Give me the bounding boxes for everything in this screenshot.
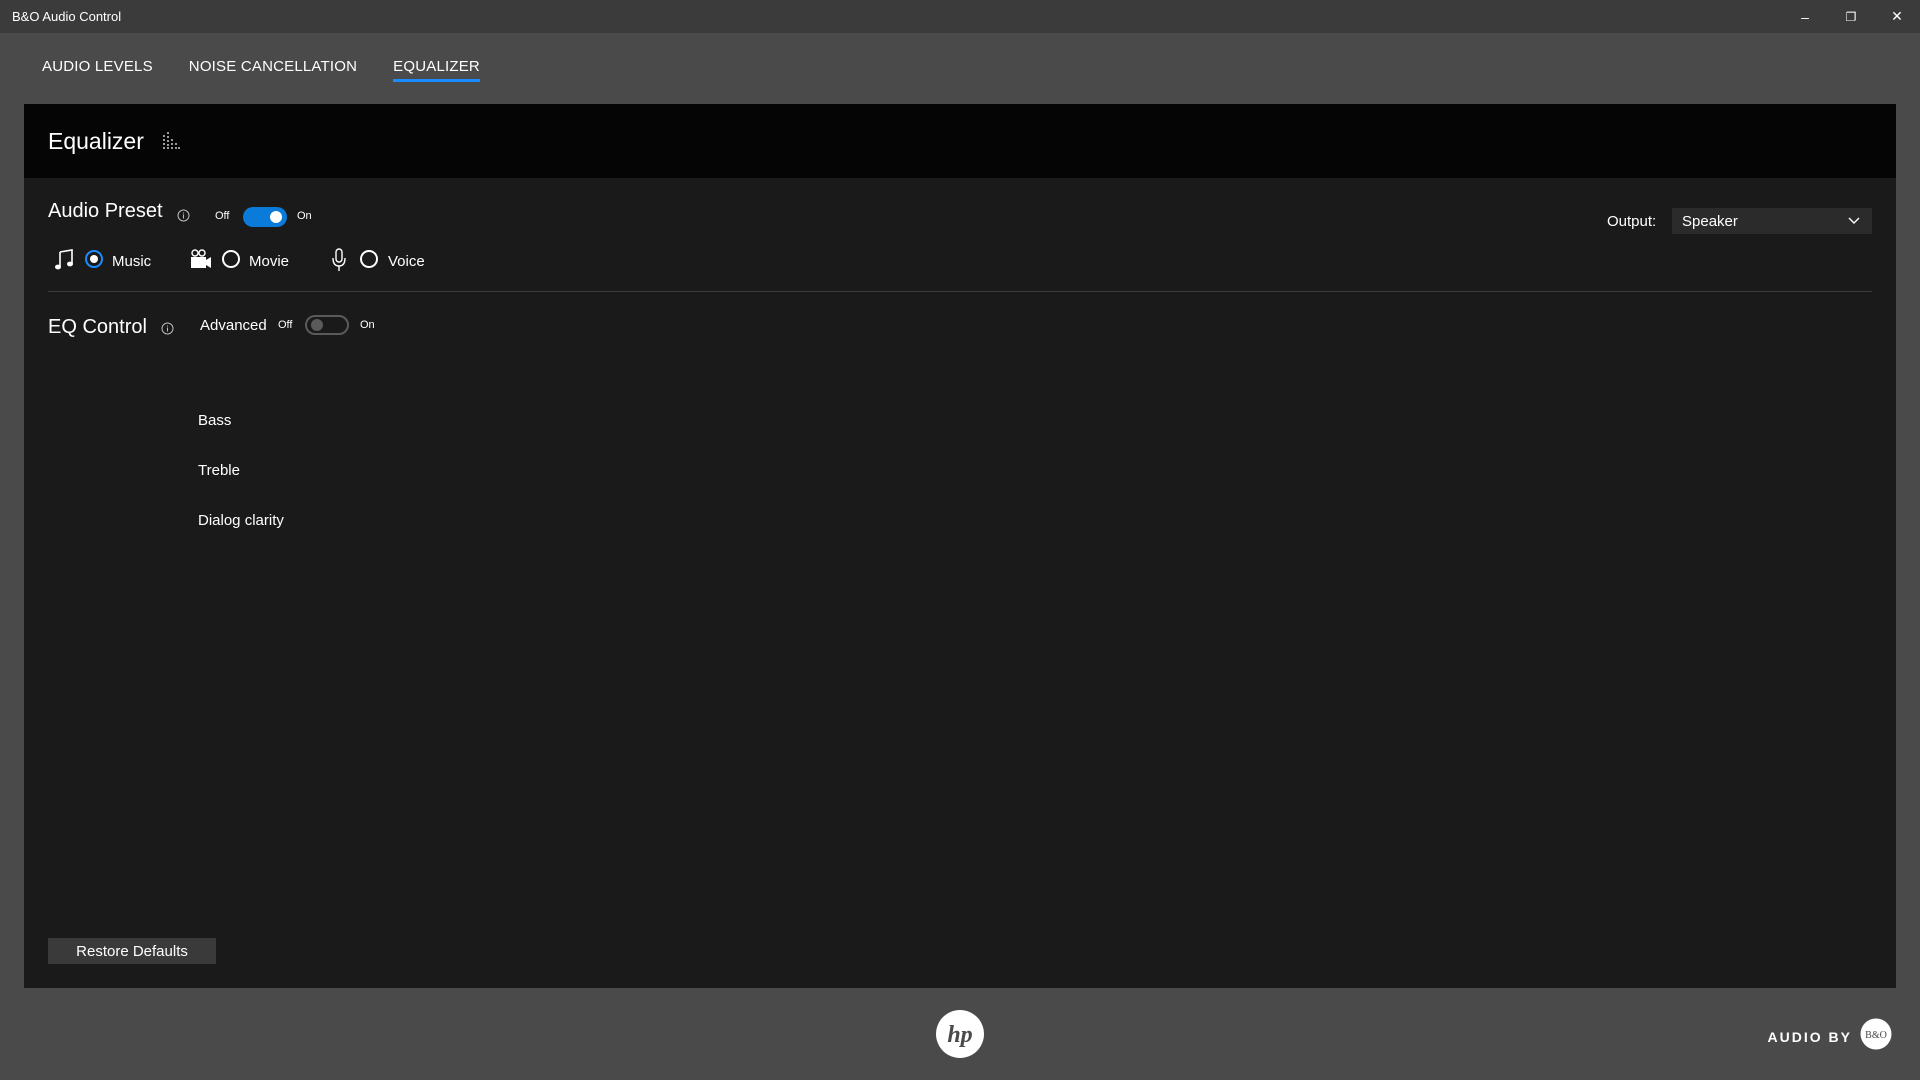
advanced-toggle-on-label: On [360, 319, 375, 331]
music-label: Music [112, 253, 152, 270]
page-title: Equalizer [48, 127, 144, 154]
advanced-label: Advanced [200, 317, 267, 334]
info-icon[interactable] [161, 322, 174, 340]
window-controls: – ❐ ✕ [1782, 0, 1920, 33]
movie-radio[interactable] [222, 250, 240, 268]
hp-logo: hp [935, 1009, 985, 1064]
title-bar: B&O Audio Control – ❐ ✕ [0, 0, 1920, 33]
chevron-down-icon [1848, 212, 1860, 230]
bo-logo-text: B&O [1865, 1030, 1887, 1041]
toggle-knob [311, 319, 323, 331]
equalizer-panel: Equalizer Audio Preset Off On Music Movi… [24, 104, 1896, 988]
restore-icon: ❐ [1845, 9, 1857, 24]
output-label: Output: [1607, 213, 1657, 230]
restore-button[interactable]: ❐ [1828, 0, 1874, 33]
music-note-icon [54, 249, 74, 276]
restore-defaults-button[interactable]: Restore Defaults [48, 938, 216, 964]
section-divider [48, 291, 1872, 292]
music-radio[interactable] [85, 250, 103, 268]
preset-toggle-off-label: Off [215, 210, 230, 222]
advanced-toggle[interactable] [305, 315, 349, 335]
movie-camera-icon [190, 249, 212, 276]
advanced-toggle-off-label: Off [278, 319, 293, 331]
panel-header: Equalizer [24, 104, 1896, 178]
close-icon: ✕ [1891, 8, 1903, 24]
audio-by-branding: AUDIO BY B&O [1768, 1018, 1892, 1055]
voice-label: Voice [388, 253, 425, 270]
close-button[interactable]: ✕ [1874, 0, 1920, 33]
preset-toggle-on-label: On [297, 210, 312, 222]
audio-preset-title: Audio Preset [48, 200, 163, 222]
tab-noise-cancellation[interactable]: NOISE CANCELLATION [189, 52, 357, 88]
info-icon[interactable] [177, 209, 190, 227]
tab-equalizer[interactable]: EQUALIZER [393, 52, 480, 88]
audio-by-text: AUDIO BY [1767, 1028, 1852, 1045]
tab-bar: AUDIO LEVELS NOISE CANCELLATION EQUALIZE… [42, 52, 480, 88]
microphone-icon [331, 248, 347, 277]
output-selected-value: Speaker [1682, 212, 1738, 230]
voice-radio[interactable] [360, 250, 378, 268]
hp-logo-text: hp [947, 1022, 972, 1048]
minimize-icon: – [1801, 8, 1809, 25]
bass-label: Bass [198, 412, 232, 429]
treble-label: Treble [198, 462, 240, 479]
eq-control-title: EQ Control [48, 316, 147, 338]
bo-logo: B&O [1860, 1018, 1892, 1055]
movie-label: Movie [249, 253, 290, 270]
audio-preset-toggle[interactable] [243, 207, 287, 227]
equalizer-bars-icon [162, 132, 180, 150]
app-title: B&O Audio Control [12, 9, 122, 24]
output-select[interactable]: Speaker [1672, 208, 1872, 234]
minimize-button[interactable]: – [1782, 0, 1828, 33]
dialog-clarity-label: Dialog clarity [198, 512, 284, 529]
tab-audio-levels[interactable]: AUDIO LEVELS [42, 52, 153, 88]
toggle-knob [270, 211, 282, 223]
